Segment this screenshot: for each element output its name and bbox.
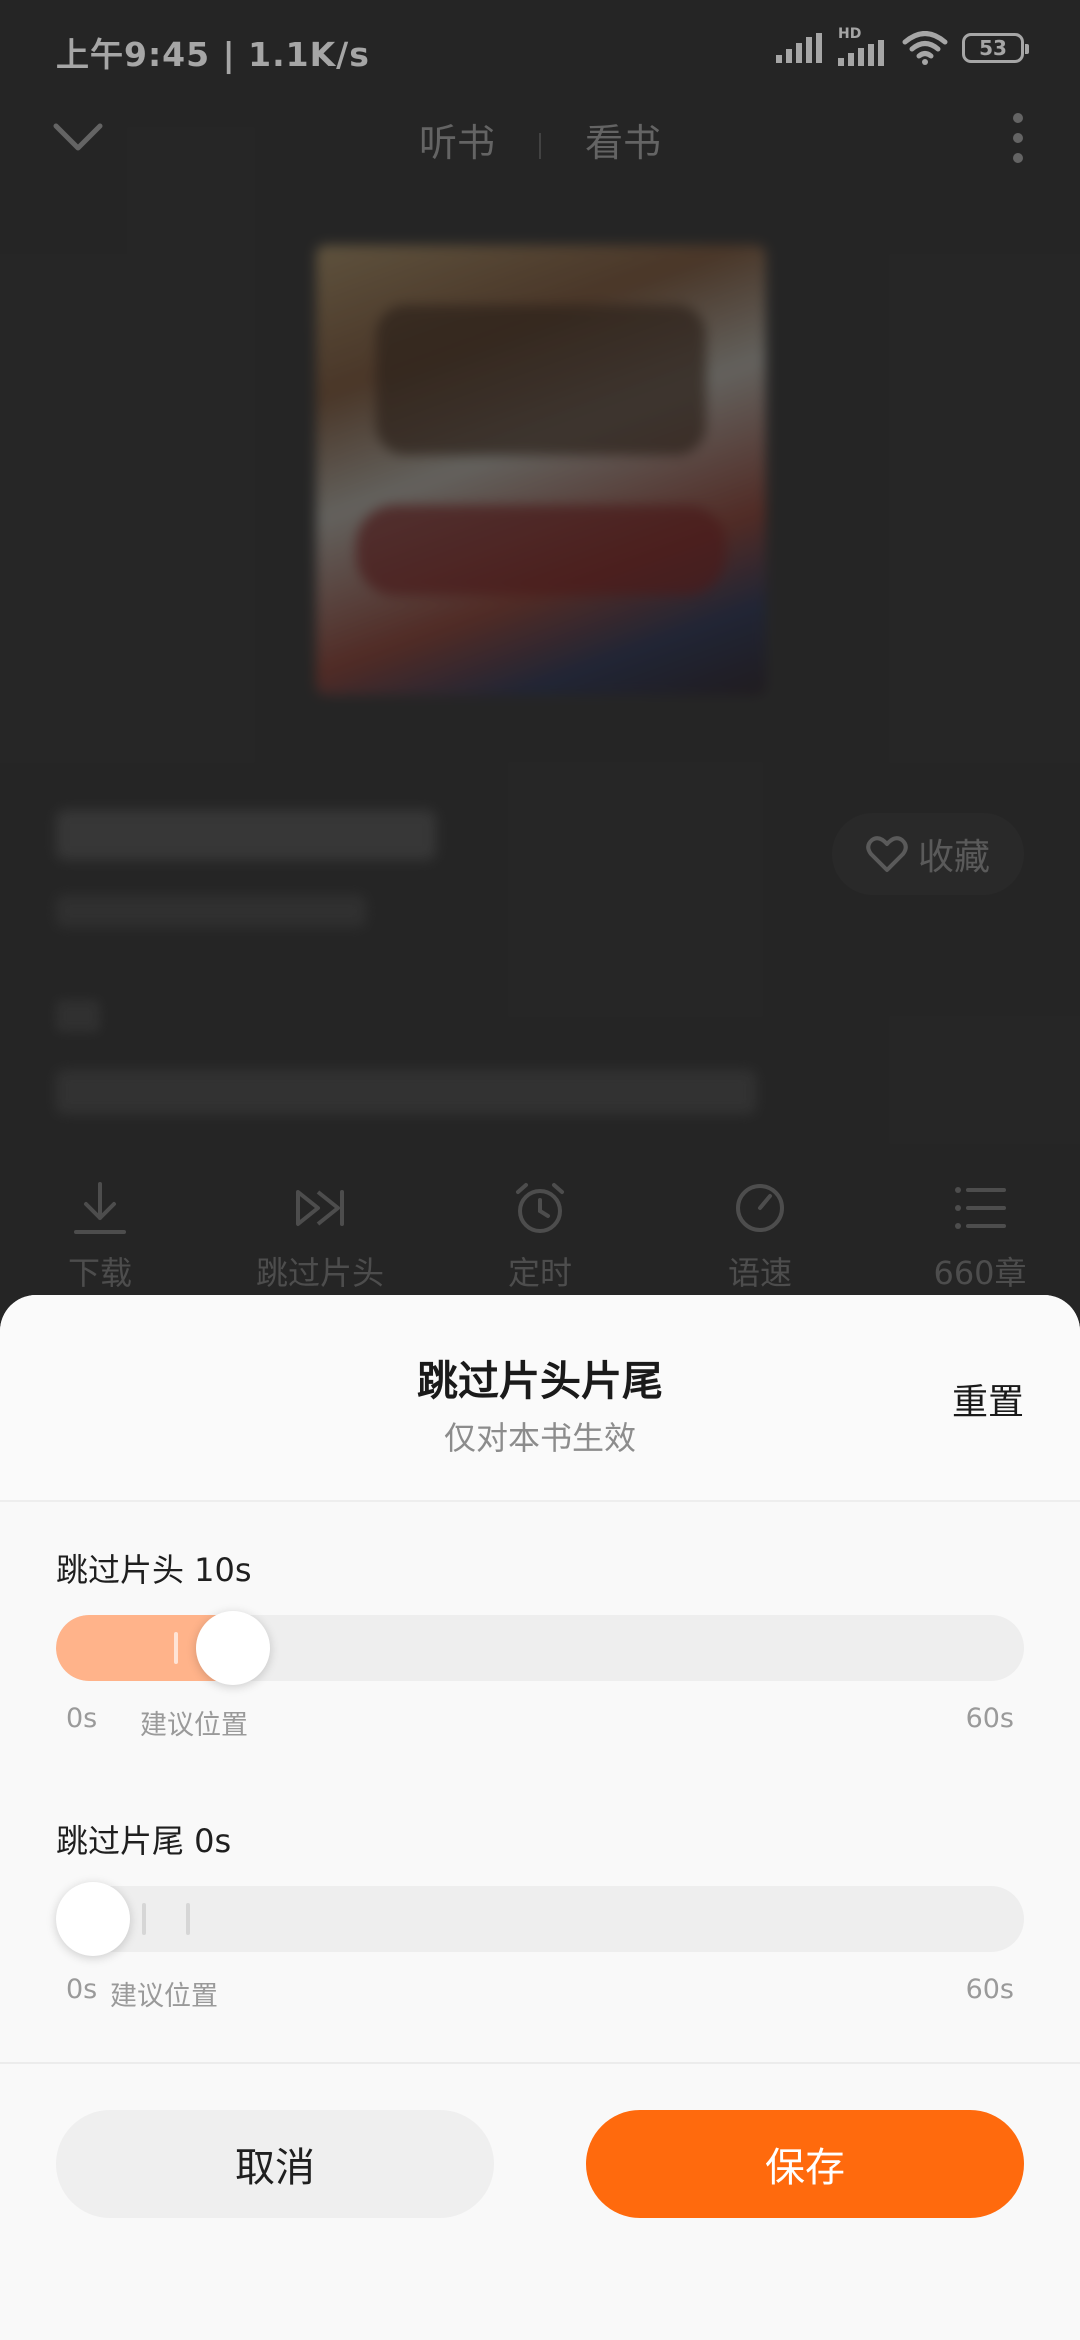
skip-settings-sheet: 跳过片头片尾 仅对本书生效 重置 跳过片头 10s 0s 建议位置 60s 跳过…	[0, 1295, 1080, 2340]
cancel-button[interactable]: 取消	[56, 2110, 494, 2218]
intro-skip-thumb[interactable]	[196, 1611, 270, 1685]
suggested-position-tick	[142, 1903, 146, 1935]
save-button[interactable]: 保存	[586, 2110, 1024, 2218]
intro-skip-setting: 跳过片头 10s 0s 建议位置 60s	[56, 1545, 1024, 1741]
sheet-divider	[0, 2062, 1080, 2064]
suggested-position-label: 建议位置	[110, 1981, 218, 2012]
suggested-position-tick	[186, 1903, 190, 1935]
outro-skip-thumb[interactable]	[56, 1882, 130, 1956]
intro-skip-label: 跳过片头 10s	[56, 1551, 252, 1589]
sheet-subtitle: 仅对本书生效	[443, 1419, 636, 1457]
scale-min-label: 0s	[66, 1703, 98, 1734]
sheet-header: 跳过片头片尾 仅对本书生效 重置	[0, 1295, 1080, 1502]
outro-skip-setting: 跳过片尾 0s 0s 建议位置 60s	[56, 1816, 1024, 2012]
suggested-position-tick	[174, 1632, 178, 1664]
reset-button[interactable]: 重置	[952, 1373, 1024, 1425]
outro-skip-track[interactable]	[56, 1886, 1024, 1952]
suggested-position-label: 建议位置	[140, 1710, 248, 1741]
intro-skip-scale: 0s 建议位置 60s	[56, 1703, 1024, 1741]
scale-max-label: 60s	[965, 1974, 1014, 2005]
sheet-title: 跳过片头片尾	[417, 1357, 663, 1405]
scale-max-label: 60s	[965, 1703, 1014, 1734]
outro-skip-label: 跳过片尾 0s	[56, 1822, 232, 1860]
outro-skip-scale: 0s 建议位置 60s	[56, 1974, 1024, 2012]
scale-min-label: 0s	[66, 1974, 98, 2005]
